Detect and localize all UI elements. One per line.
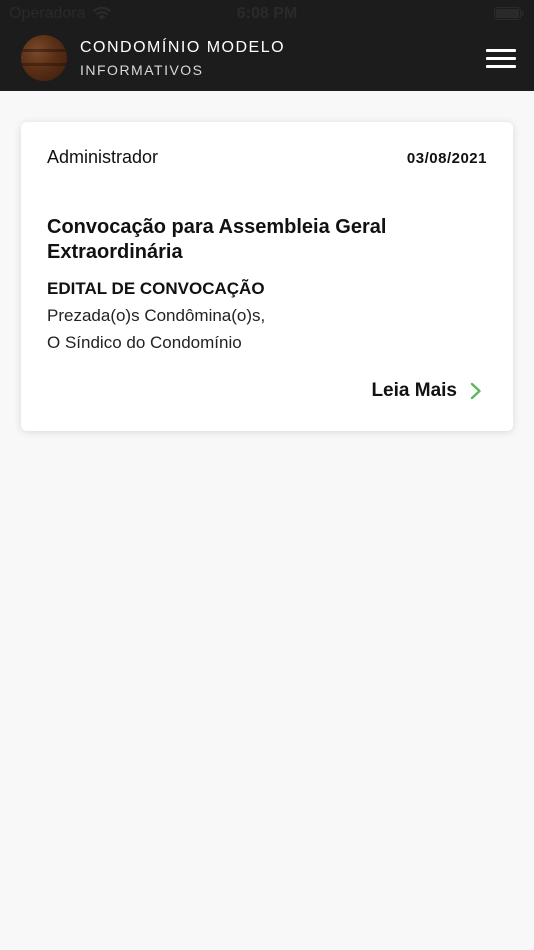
app-subtitle: INFORMATIVOS: [80, 62, 204, 78]
post-excerpt-line: Prezada(o)s Condômina(o)s,: [47, 306, 266, 325]
hamburger-menu-icon[interactable]: [486, 47, 518, 71]
menu-line: [486, 65, 516, 68]
read-more-label: Leia Mais: [371, 380, 457, 401]
post-date: 03/08/2021: [406, 150, 487, 167]
battery-icon: [494, 7, 524, 20]
app-header: Operadora 6:08 PM CONDOMÍNIO MODELO INFO…: [0, 0, 534, 91]
post-excerpt-line: O Síndico do Condomínio: [47, 333, 242, 352]
post-author: Administrador: [47, 147, 159, 167]
read-more-button[interactable]: Leia Mais: [371, 378, 483, 404]
post-title: Convocação para Assembleia Geral Extraor…: [47, 216, 387, 263]
post-heading: EDITAL DE CONVOCAÇÃO: [47, 279, 265, 298]
condo-logo-avatar: [21, 35, 67, 81]
announcement-card[interactable]: Administrador 03/08/2021 Convocação para…: [21, 122, 513, 431]
status-time: 6:08 PM: [236, 5, 298, 22]
chevron-right-icon: [470, 382, 481, 400]
menu-line: [486, 57, 516, 60]
status-bar: Operadora 6:08 PM: [0, 0, 534, 28]
menu-line: [486, 49, 516, 52]
app-title: CONDOMÍNIO MODELO: [80, 39, 286, 56]
